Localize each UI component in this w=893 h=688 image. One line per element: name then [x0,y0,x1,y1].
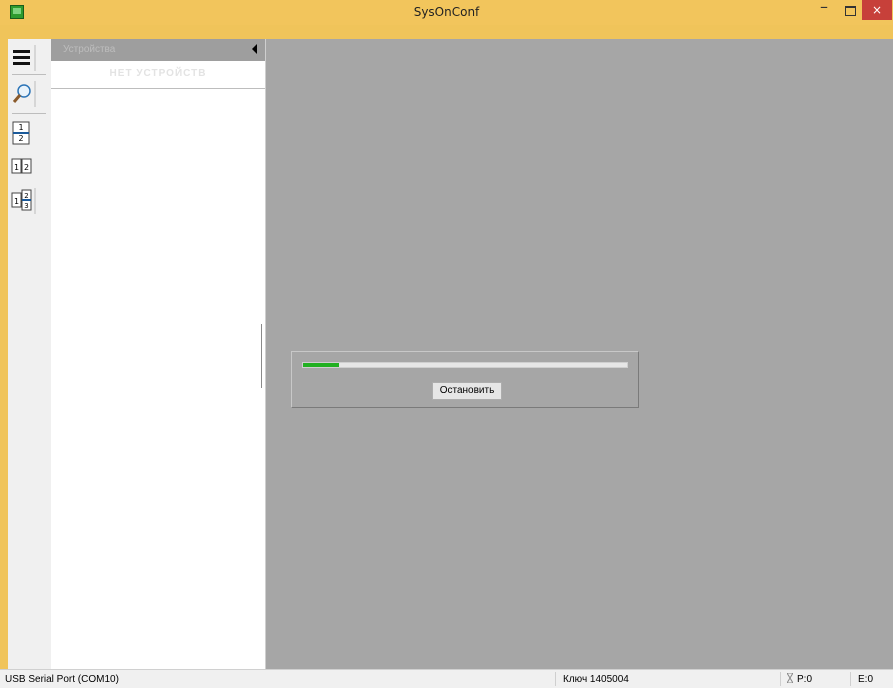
svg-text:1: 1 [14,197,19,206]
window-title: SysOnConf [413,5,480,19]
main-area: 1 2 1 2 1 2 3 Устройства НЕТ УСТРОЙСТВ О… [8,39,893,669]
progress-fill [303,363,339,367]
layout-1-2-3-icon: 1 2 3 [11,188,36,214]
toolbar-divider [12,74,46,75]
menu-button[interactable] [10,43,48,73]
svg-text:1: 1 [14,163,19,172]
collapse-left-icon[interactable] [252,44,257,54]
status-divider [850,672,851,686]
progress-dialog: Остановить [291,351,639,408]
title-bar: SysOnConf – × [0,0,893,25]
menu-icon [13,45,36,71]
svg-text:2: 2 [24,163,29,172]
close-button[interactable]: × [862,0,892,20]
panel-divider [51,88,265,89]
toolbar-divider [12,113,46,114]
status-p-count: P:0 [797,674,813,685]
minimize-button[interactable]: – [812,0,836,20]
status-port: USB Serial Port (COM10) [5,674,119,685]
no-devices-text: НЕТ УСТРОЙСТВ [109,68,207,79]
stop-button[interactable]: Остановить [432,382,502,400]
svg-text:2: 2 [24,192,28,200]
status-divider [780,672,781,686]
status-bar: USB Serial Port (COM10) Ключ 1405004 P:0… [0,669,893,688]
maximize-button[interactable] [838,0,862,20]
hourglass-icon [786,672,794,684]
status-e-count: E:0 [858,674,874,685]
search-button[interactable] [10,79,48,109]
search-icon [12,81,36,107]
devices-panel: Устройства НЕТ УСТРОЙСТВ [51,39,266,669]
maximize-icon [844,6,856,16]
devices-panel-header: Устройства [51,39,265,61]
devices-panel-title: Устройства [63,44,116,55]
progress-bar [302,362,628,368]
status-key: Ключ 1405004 [563,674,629,685]
workspace: Остановить [266,39,893,669]
left-toolbar: 1 2 1 2 1 2 3 [8,39,52,669]
status-divider [555,672,556,686]
layout-1-2-icon: 1 2 [12,121,30,145]
layout-1-2-3-button[interactable]: 1 2 3 [10,186,48,216]
svg-text:3: 3 [24,202,28,210]
svg-text:1: 1 [18,123,23,132]
svg-text:2: 2 [18,134,23,143]
layout-1-2-split-icon: 1 2 [11,158,32,174]
layout-1-2-split-button[interactable]: 1 2 [10,154,48,184]
panel-splitter[interactable] [261,324,264,388]
layout-1-2-button[interactable]: 1 2 [10,119,48,149]
